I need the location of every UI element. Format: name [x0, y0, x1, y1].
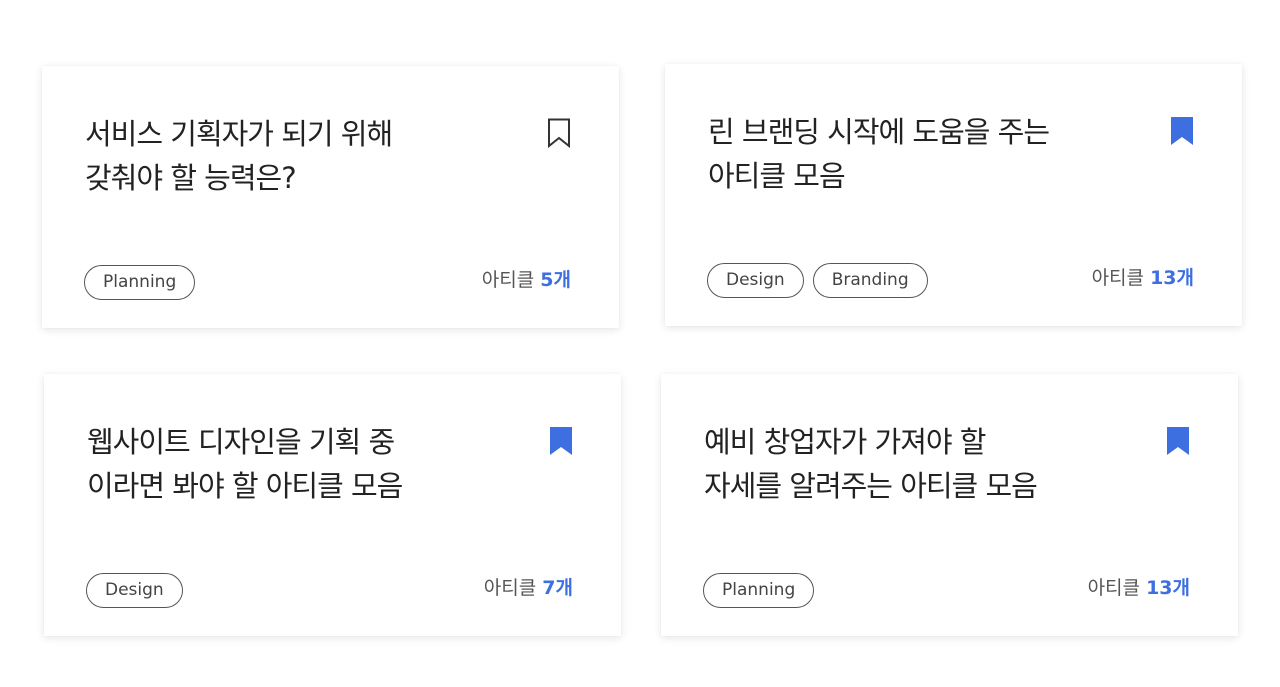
card-title: 웹사이트 디자인을 기획 중 이라면 봐야 할 아티클 모음 — [87, 420, 487, 508]
card-title-line: 웹사이트 디자인을 기획 중 — [87, 425, 395, 459]
tag-list: Design Branding — [707, 263, 928, 298]
tag-list: Planning — [703, 573, 815, 608]
article-count-value: 13개 — [1150, 267, 1194, 289]
card-title-line: 이라면 봐야 할 아티클 모음 — [87, 469, 403, 503]
bookmark-outline-icon[interactable] — [547, 118, 571, 148]
tag-chip[interactable]: Planning — [84, 265, 196, 300]
tag-chip[interactable]: Design — [86, 573, 183, 608]
card-title-line: 갖춰야 할 능력은? — [85, 161, 297, 195]
collection-card[interactable]: 예비 창업자가 가져야 할 자세를 알려주는 아티클 모음 Planning 아… — [661, 374, 1238, 636]
collection-card[interactable]: 웹사이트 디자인을 기획 중 이라면 봐야 할 아티클 모음 Design 아티… — [44, 374, 621, 636]
tag-chip[interactable]: Design — [707, 263, 804, 298]
card-title-line: 예비 창업자가 가져야 할 — [704, 425, 986, 459]
card-title-line: 린 브랜딩 시작에 도움을 주는 — [708, 115, 1050, 149]
article-count-label: 아티클 — [483, 577, 537, 599]
article-count-label: 아티클 — [1091, 267, 1145, 289]
bookmark-filled-icon[interactable] — [1166, 426, 1190, 456]
tag-chip[interactable]: Branding — [812, 263, 928, 298]
bookmark-filled-icon[interactable] — [549, 426, 573, 456]
card-title-line: 서비스 기획자가 되기 위해 — [85, 117, 393, 151]
card-title: 예비 창업자가 가져야 할 자세를 알려주는 아티클 모음 — [704, 420, 1104, 508]
card-title-line: 아티클 모음 — [708, 159, 846, 193]
article-count: 아티클 13개 — [1092, 263, 1194, 290]
card-title: 린 브랜딩 시작에 도움을 주는 아티클 모음 — [708, 110, 1108, 198]
tag-chip[interactable]: Planning — [703, 573, 815, 608]
article-count: 아티클 7개 — [484, 573, 573, 600]
collection-card[interactable]: 린 브랜딩 시작에 도움을 주는 아티클 모음 Design Branding … — [665, 64, 1242, 326]
article-count-value: 13개 — [1146, 577, 1190, 599]
card-title-line: 자세를 알려주는 아티클 모음 — [704, 469, 1038, 503]
article-count: 아티클 13개 — [1088, 573, 1190, 600]
article-count-label: 아티클 — [481, 269, 535, 291]
tag-list: Design — [86, 573, 183, 608]
tag-list: Planning — [84, 265, 196, 300]
article-count-label: 아티클 — [1087, 577, 1141, 599]
collection-card[interactable]: 서비스 기획자가 되기 위해 갖춰야 할 능력은? Planning 아티클 5… — [42, 66, 619, 328]
article-count: 아티클 5개 — [482, 265, 571, 292]
article-count-value: 7개 — [542, 577, 573, 599]
card-title: 서비스 기획자가 되기 위해 갖춰야 할 능력은? — [85, 112, 485, 200]
bookmark-filled-icon[interactable] — [1170, 116, 1194, 146]
article-count-value: 5개 — [540, 269, 571, 291]
